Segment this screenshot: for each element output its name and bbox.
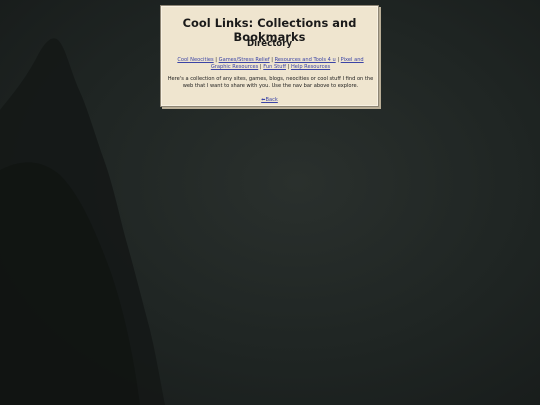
nav-link-games-stress-relief[interactable]: Games/Stress Relief xyxy=(219,57,270,63)
content-panel: Cool Links: Collections and Bookmarks Di… xyxy=(160,5,379,107)
nav-link-cool-neocities[interactable]: Cool Neocities xyxy=(177,57,213,63)
back-link-label: Back xyxy=(265,97,278,103)
back-link-container: ⬅Back xyxy=(161,97,378,103)
nav-bar: Cool Neocities | Games/Stress Relief | R… xyxy=(167,57,374,70)
nav-link-help-resources[interactable]: Help Resources xyxy=(291,64,330,70)
nav-link-resources-and-tools[interactable]: Resources and Tools 4 u xyxy=(275,57,336,63)
intro-text: Here's a collection of any sites, games,… xyxy=(167,76,374,89)
section-heading: Directory xyxy=(246,39,293,49)
back-link[interactable]: ⬅Back xyxy=(261,97,278,103)
nav-link-fun-stuff[interactable]: Fun Stuff xyxy=(263,64,286,70)
